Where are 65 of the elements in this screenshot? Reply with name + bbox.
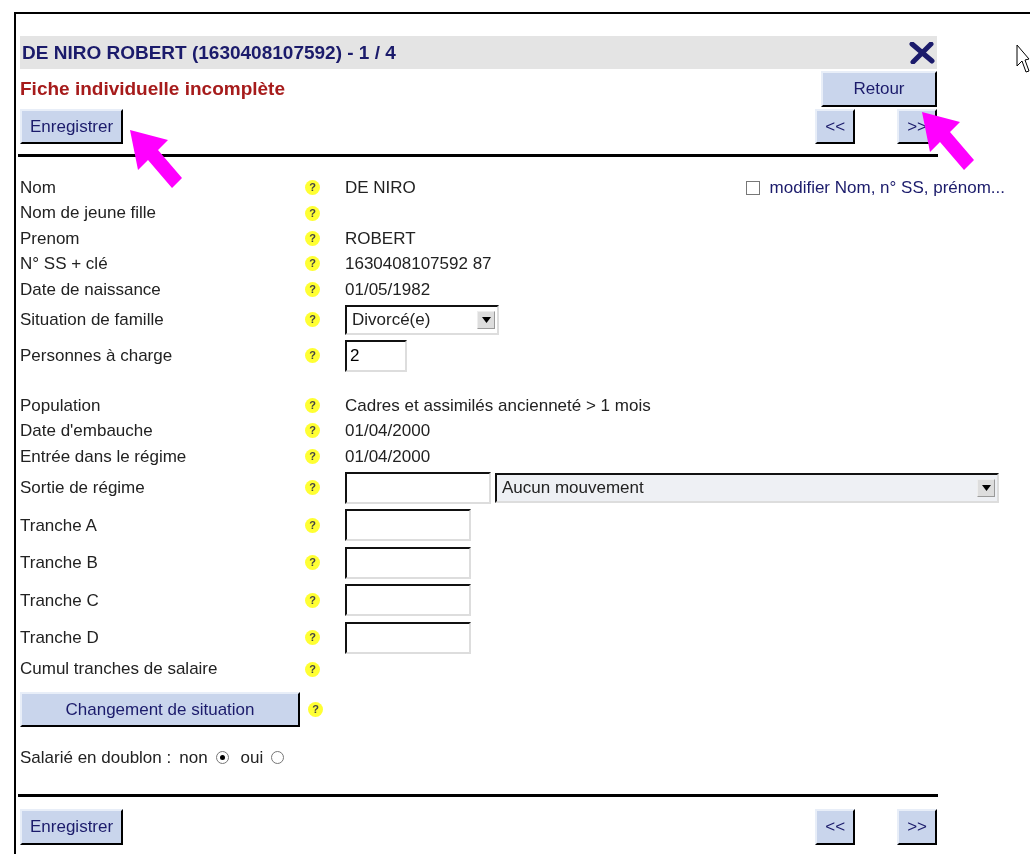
close-icon[interactable] [909, 41, 935, 64]
save-button[interactable]: Enregistrer [20, 109, 124, 145]
input-field[interactable] [345, 621, 471, 654]
help-icon[interactable]: ? [308, 701, 323, 717]
dropdown-select[interactable]: Aucun mouvement [495, 472, 999, 503]
input-field[interactable] [345, 546, 471, 579]
input-field[interactable] [345, 584, 471, 617]
field-label: Population [20, 394, 102, 417]
modify-checkbox[interactable]: modifier Nom, n° SS, prénom... [745, 175, 1005, 201]
field-value: 01/05/1982 [345, 278, 431, 301]
field-value: 01/04/2000 [345, 445, 431, 468]
field-value: ROBERT [345, 227, 416, 250]
help-icon[interactable]: ? [305, 480, 320, 496]
field-label: Nom [20, 177, 57, 200]
help-icon[interactable]: ? [305, 517, 320, 533]
input-field[interactable] [345, 471, 491, 504]
field-label: Entrée dans le régime [20, 445, 188, 468]
field-label: N° SS + clé [20, 253, 109, 276]
field-value: Cadres et assimilés ancienneté > 1 mois [345, 394, 651, 417]
field-label: Date d'embauche [20, 420, 154, 443]
status-message: Fiche individuelle incomplète [20, 76, 285, 101]
previous-button[interactable]: << [815, 809, 856, 845]
dropdown-arrow-icon[interactable] [481, 316, 491, 323]
help-icon[interactable]: ? [305, 592, 320, 608]
help-icon[interactable]: ? [305, 555, 320, 571]
dropdown-select[interactable]: Divorcé(e) [345, 304, 499, 335]
cursor-icon [1016, 44, 1030, 74]
field-label: Tranche B [20, 552, 99, 575]
previous-button[interactable]: << [815, 109, 856, 145]
help-icon[interactable]: ? [305, 312, 320, 328]
field-label: Tranche C [20, 589, 100, 612]
field-value: 1630408107592 87 [345, 253, 492, 276]
help-icon[interactable]: ? [305, 230, 320, 246]
help-icon[interactable]: ? [305, 630, 320, 646]
help-icon[interactable]: ? [305, 205, 320, 221]
help-icon[interactable]: ? [305, 180, 320, 196]
duplicate-label: Salarié en doublon : [20, 746, 172, 769]
back-button[interactable]: Retour [821, 71, 937, 107]
help-icon[interactable]: ? [305, 348, 320, 364]
field-value: 01/04/2000 [345, 420, 431, 443]
save-button[interactable]: Enregistrer [20, 809, 124, 845]
field-label: Prenom [20, 227, 81, 250]
input-field[interactable] [345, 509, 471, 542]
help-icon[interactable]: ? [305, 661, 320, 677]
next-button[interactable]: >> [897, 809, 937, 845]
help-icon[interactable]: ? [305, 281, 320, 297]
field-label: Tranche A [20, 514, 98, 537]
field-label: Date de naissance [20, 278, 162, 301]
radio-option[interactable]: non [179, 744, 229, 771]
field-label: Tranche D [20, 627, 100, 650]
record-title: DE NIRO ROBERT (1630408107592) - 1 / 4 [22, 41, 396, 65]
field-label: Cumul tranches de salaire [20, 658, 219, 681]
field-label: Nom de jeune fille [20, 202, 158, 225]
field-label: Situation de famille [20, 308, 165, 331]
dropdown-arrow-icon[interactable] [981, 484, 991, 491]
radio-option[interactable]: oui [240, 744, 285, 771]
change-situation-button[interactable]: Changement de situation [20, 691, 300, 727]
help-icon[interactable]: ? [305, 448, 320, 464]
help-icon[interactable]: ? [305, 256, 320, 272]
field-value: DE NIRO [345, 177, 416, 200]
field-label: Personnes à charge [20, 345, 174, 368]
field-label: Sortie de régime [20, 477, 146, 500]
input-field[interactable]: 2 [345, 339, 407, 372]
help-icon[interactable]: ? [305, 423, 320, 439]
help-icon[interactable]: ? [305, 397, 320, 413]
